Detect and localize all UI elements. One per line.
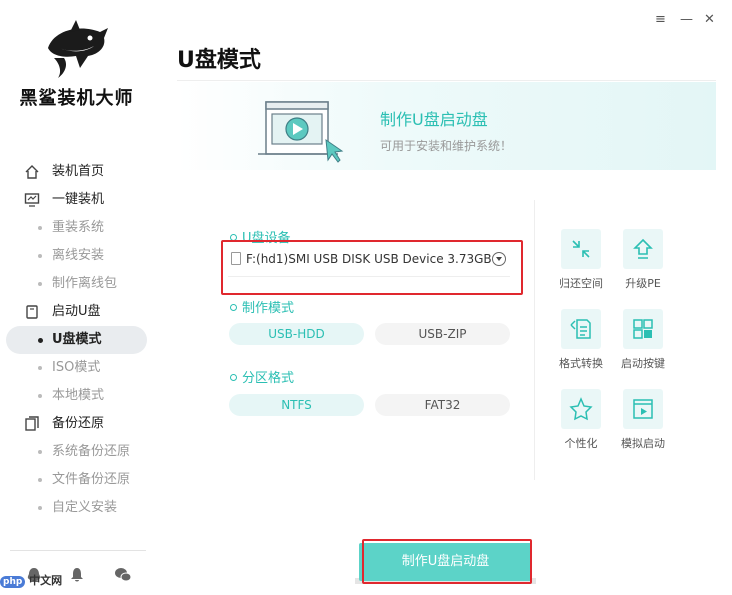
format-convert-icon: [570, 319, 591, 339]
sidebar-item-label: 文件备份还原: [52, 472, 131, 487]
bullet-dot: [38, 450, 42, 454]
simulate-boot-icon: [633, 399, 653, 419]
tool-boot-key[interactable]: 启动按键: [613, 309, 673, 371]
sidebar-item-label: ISO模式: [52, 360, 101, 375]
tool-label: 归还空间: [559, 277, 603, 290]
partition-label-text: 分区格式: [242, 371, 295, 386]
sidebar-item-usb-mode[interactable]: U盘模式: [6, 326, 147, 354]
title-divider: [177, 80, 716, 81]
vertical-divider: [534, 200, 535, 480]
sidebar-item-offline-install[interactable]: 离线安装: [0, 242, 153, 270]
minimize-button[interactable]: —: [680, 12, 693, 27]
sidebar-item-label: U盘模式: [52, 332, 102, 347]
banner-subtitle: 可用于安装和维护系统！: [380, 139, 513, 153]
tool-upgrade-pe[interactable]: 升级PE: [613, 229, 673, 291]
bullet-dot: [38, 506, 42, 510]
bullet-dot: [38, 226, 42, 230]
upgrade-icon: [633, 238, 653, 259]
sidebar-item-label: 制作离线包: [52, 276, 118, 291]
tool-icon-box: [561, 389, 601, 429]
shrink-icon: [572, 240, 590, 258]
boot-key-icon: [633, 319, 653, 339]
sidebar-item-iso-mode[interactable]: ISO模式: [0, 354, 153, 382]
wechat-icon[interactable]: [114, 566, 132, 584]
sidebar-item-local-mode[interactable]: 本地模式: [0, 382, 153, 410]
sidebar: 黑鲨装机大师 装机首页 一键装机 重装系统 离线安装 制作离线包 启动U盘 U盘: [0, 0, 153, 595]
bullet-dot: [38, 478, 42, 482]
menu-button[interactable]: ≡: [655, 12, 666, 27]
highlight-box-device: [221, 240, 523, 295]
tool-label: 模拟启动: [621, 437, 665, 450]
close-button[interactable]: ✕: [704, 12, 715, 27]
partition-option-ntfs[interactable]: NTFS: [229, 394, 364, 416]
sidebar-item-system-backup-restore[interactable]: 系统备份还原: [0, 438, 153, 466]
tool-format-convert[interactable]: 格式转换: [551, 309, 611, 371]
backup-icon: [25, 416, 39, 431]
watermark: php 中文网: [0, 572, 62, 588]
sidebar-item-label: 装机首页: [52, 164, 105, 179]
monitor-icon: [24, 193, 40, 207]
mode-label-text: 制作模式: [242, 301, 295, 316]
tool-personalize[interactable]: 个性化: [551, 389, 611, 451]
ring-bullet-icon: [230, 304, 237, 311]
partition-section-label: 分区格式: [230, 367, 294, 386]
sidebar-item-label: 一键装机: [52, 192, 105, 207]
sidebar-item-label: 备份还原: [52, 416, 105, 431]
tool-icon-box: [561, 229, 601, 269]
sidebar-item-make-offline-package[interactable]: 制作离线包: [0, 270, 153, 298]
tool-icon-box: [623, 229, 663, 269]
sidebar-item-boot-usb[interactable]: 启动U盘: [0, 298, 153, 326]
sidebar-divider: [10, 550, 146, 551]
watermark-bubble: php: [0, 576, 26, 588]
tool-icon-box: [561, 309, 601, 349]
mode-section-label: 制作模式: [230, 297, 294, 316]
tool-label: 启动按键: [621, 357, 665, 370]
bullet-dot: [38, 338, 43, 343]
mode-option-usb-hdd[interactable]: USB-HDD: [229, 323, 364, 345]
sidebar-item-label: 本地模式: [52, 388, 105, 403]
banner-title: 制作U盘启动盘: [380, 110, 488, 129]
sidebar-item-one-click-install[interactable]: 一键装机: [0, 186, 153, 214]
bullet-dot: [38, 366, 42, 370]
tool-label: 个性化: [564, 437, 598, 450]
bullet-dot: [38, 394, 42, 398]
usb-tutorial-illustration-icon: [258, 101, 344, 163]
bullet-dot: [38, 254, 42, 258]
ring-bullet-icon: [230, 374, 237, 381]
sidebar-item-label: 重装系统: [52, 220, 105, 235]
tool-icon-box: [623, 309, 663, 349]
sidebar-item-file-backup-restore[interactable]: 文件备份还原: [0, 466, 153, 494]
sidebar-item-home[interactable]: 装机首页: [0, 158, 153, 186]
tool-label: 升级PE: [625, 277, 661, 290]
partition-option-fat32[interactable]: FAT32: [375, 394, 510, 416]
mode-option-usb-zip[interactable]: USB-ZIP: [375, 323, 510, 345]
sidebar-item-label: 系统备份还原: [52, 444, 131, 459]
usb-icon: [26, 305, 38, 319]
tool-restore-space[interactable]: 归还空间: [551, 229, 611, 291]
tool-icon-box: [623, 389, 663, 429]
sidebar-item-label: 自定义安装: [52, 500, 118, 515]
brand-name: 黑鲨装机大师: [19, 88, 134, 109]
tool-simulate-boot[interactable]: 模拟启动: [613, 389, 673, 451]
sidebar-item-label: 启动U盘: [52, 304, 101, 319]
shark-logo-icon: [48, 20, 108, 78]
page-title: U盘模式: [177, 48, 261, 73]
highlight-box-button: [362, 539, 532, 584]
star-icon: [569, 397, 593, 421]
sidebar-item-reinstall-system[interactable]: 重装系统: [0, 214, 153, 242]
bell-icon[interactable]: [68, 566, 86, 584]
sidebar-item-label: 离线安装: [52, 248, 105, 263]
watermark-text: 中文网: [29, 574, 63, 587]
bullet-dot: [38, 282, 42, 286]
sidebar-item-custom-install[interactable]: 自定义安装: [0, 494, 153, 522]
tool-label: 格式转换: [559, 357, 603, 370]
sidebar-item-backup-restore[interactable]: 备份还原: [0, 410, 153, 438]
home-icon: [25, 165, 39, 179]
sidebar-nav: 装机首页 一键装机 重装系统 离线安装 制作离线包 启动U盘 U盘模式 ISO模…: [0, 158, 153, 522]
